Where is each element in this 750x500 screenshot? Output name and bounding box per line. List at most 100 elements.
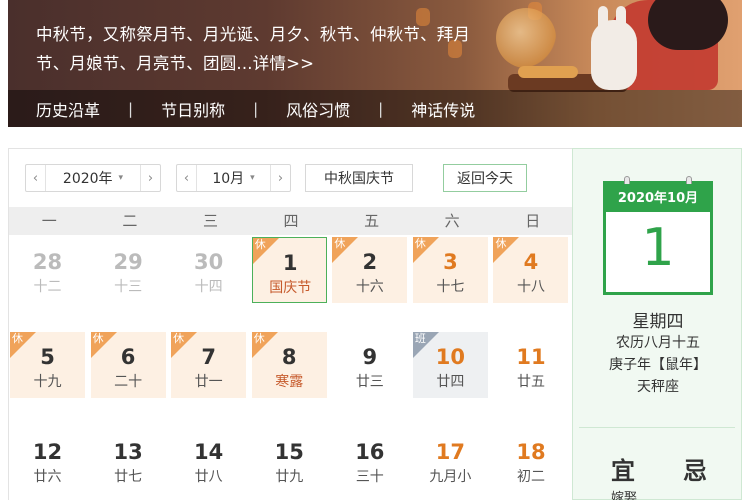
- day-cell-body: 15 廿九: [252, 427, 327, 493]
- day-number: 14: [194, 440, 224, 464]
- day-number: 17: [435, 440, 465, 464]
- nav-separator: |: [128, 99, 134, 118]
- weekday-label: 日: [525, 212, 541, 230]
- day-cell[interactable]: 18 初二: [492, 425, 573, 500]
- day-number: 7: [201, 345, 216, 369]
- lunar-day: 廿五: [516, 374, 545, 390]
- festival-banner: 中秋节，又称祭月节、月光诞、月夕、秋节、仲秋节、拜月节、月娘节、月亮节、团圆..…: [8, 0, 742, 127]
- prev-year-button[interactable]: ‹: [26, 165, 46, 191]
- selected-day-number: 1: [641, 218, 675, 278]
- ganzhi-year: 庚子年【鼠年】: [609, 357, 707, 373]
- lunar-day: 廿八: [194, 469, 223, 485]
- week-row: 28 十二 29 十三 30 十四 休 1 国庆节 休 2 十六 休 3 十七 休 4 十八: [9, 235, 573, 330]
- badge-label: 休: [253, 332, 265, 345]
- divider: [579, 427, 735, 428]
- day-number: 4: [523, 250, 539, 274]
- lunar-day: 廿三: [355, 374, 384, 390]
- nav-separator: |: [253, 99, 259, 118]
- year-stepper: ‹ 2020年 ▾ ›: [25, 164, 161, 192]
- zodiac-sign: 天秤座: [637, 379, 679, 395]
- day-number: 11: [516, 345, 546, 369]
- lunar-date: 农历八月十五: [616, 335, 700, 351]
- yi-label: 宜: [611, 457, 635, 485]
- day-cell[interactable]: 14 廿八: [170, 425, 251, 500]
- year-select[interactable]: 2020年 ▾: [46, 168, 140, 188]
- lunar-day: 十六: [355, 279, 384, 295]
- day-cell-body: 班 10 廿四: [412, 332, 488, 398]
- date-card-header: 2020年10月: [606, 184, 710, 212]
- day-cell-body: 休 3 十七: [412, 237, 488, 303]
- day-cell[interactable]: 休 8 寒露: [251, 330, 332, 425]
- day-cell-body: 休 6 二十: [90, 332, 166, 398]
- lunar-day: 廿九: [275, 469, 304, 485]
- lunar-day: 十二: [33, 279, 62, 295]
- caret-down-icon: ▾: [118, 173, 124, 183]
- badge-label: 休: [92, 332, 104, 345]
- day-cell-body: 休 1 国庆节: [251, 237, 327, 303]
- day-cell[interactable]: 30 十四: [170, 235, 251, 330]
- day-cell[interactable]: 15 廿九: [251, 425, 332, 500]
- month-select[interactable]: 10月 ▾: [197, 168, 270, 188]
- day-cell[interactable]: 11 廿五: [492, 330, 573, 425]
- day-cell-body: 17 九月小: [413, 427, 488, 493]
- nav-legends[interactable]: 神话传说: [383, 97, 475, 121]
- day-cell[interactable]: 29 十三: [90, 235, 171, 330]
- prev-month-button[interactable]: ‹: [177, 165, 197, 191]
- day-cell-body: 12 廿六: [10, 427, 85, 493]
- date-card: 2020年10月 1: [603, 176, 713, 295]
- day-cell[interactable]: 休 5 十九: [9, 330, 90, 425]
- back-to-today-button[interactable]: 返回今天: [443, 164, 527, 192]
- day-cell[interactable]: 休 6 二十: [90, 330, 171, 425]
- day-cell-body: 休 7 廿一: [171, 332, 247, 398]
- day-number: 12: [32, 440, 63, 464]
- day-cell[interactable]: 28 十二: [9, 235, 90, 330]
- calendar-panel: ‹ 2020年 ▾ › ‹ 10月 ▾ › 中秋国庆节 返回今天 一 二 三 四…: [8, 148, 573, 500]
- day-cell[interactable]: 休 1 国庆节: [251, 235, 332, 330]
- day-cell[interactable]: 班 10 廿四: [412, 330, 493, 425]
- day-cell[interactable]: 休 7 廿一: [170, 330, 251, 425]
- festival-description: 中秋节，又称祭月节、月光诞、月夕、秋节、仲秋节、拜月节、月娘节、月亮节、团圆..…: [36, 20, 476, 78]
- caret-down-icon: ▾: [250, 173, 255, 183]
- month-stepper: ‹ 10月 ▾ ›: [176, 164, 291, 192]
- weekday-label: 三: [202, 212, 218, 230]
- lunar-day: 十三: [114, 279, 143, 295]
- lunar-day: 十七: [436, 279, 465, 295]
- next-year-button[interactable]: ›: [140, 165, 160, 191]
- day-cell[interactable]: 休 2 十六: [331, 235, 412, 330]
- holiday-select[interactable]: 中秋国庆节: [305, 164, 413, 192]
- weekday-header: 一 二 三 四 五 六 日: [9, 207, 573, 235]
- day-cell[interactable]: 12 廿六: [9, 425, 90, 500]
- banner-nav: 历史沿革 | 节日别称 | 风俗习惯 | 神话传说: [8, 90, 742, 127]
- day-number: 10: [435, 345, 465, 369]
- nav-aliases[interactable]: 节日别称: [133, 97, 225, 121]
- year-value: 2020年: [62, 171, 113, 187]
- nav-customs[interactable]: 风俗习惯: [258, 97, 350, 121]
- lunar-day: 十九: [33, 374, 62, 390]
- day-cell[interactable]: 16 三十: [331, 425, 412, 500]
- ji-label: 忌: [683, 457, 707, 485]
- day-cell[interactable]: 休 4 十八: [492, 235, 573, 330]
- lunar-day: 廿一: [194, 374, 223, 390]
- lunar-day: 二十: [114, 374, 143, 390]
- lunar-day: 三十: [355, 469, 384, 485]
- details-link[interactable]: 详情>>: [253, 54, 314, 73]
- nav-history[interactable]: 历史沿革: [8, 97, 100, 121]
- lunar-day: 九月小: [429, 469, 472, 485]
- lunar-day: 十八: [516, 279, 545, 295]
- day-number: 13: [113, 440, 143, 464]
- day-cell[interactable]: 9 廿三: [331, 330, 412, 425]
- nav-separator: |: [378, 99, 384, 118]
- day-number: 29: [113, 250, 143, 274]
- day-cell[interactable]: 17 九月小: [412, 425, 493, 500]
- badge-label: 休: [173, 332, 185, 345]
- day-cell-body: 11 廿五: [493, 332, 568, 398]
- calendar-grid: 28 十二 29 十三 30 十四休 1 国庆节休 2 十六休 3 十七休 4 十八休 5 十九休 6 二十休 7 廿…: [9, 235, 573, 500]
- day-number: 30: [194, 250, 224, 274]
- day-cell-body: 29 十三: [91, 237, 166, 303]
- next-month-button[interactable]: ›: [270, 165, 290, 191]
- day-cell[interactable]: 休 3 十七: [412, 235, 493, 330]
- day-cell-body: 9 廿三: [332, 332, 407, 398]
- weekday-label: 六: [444, 212, 460, 230]
- day-cell[interactable]: 13 廿七: [90, 425, 171, 500]
- mooncake-illustration: [518, 66, 578, 78]
